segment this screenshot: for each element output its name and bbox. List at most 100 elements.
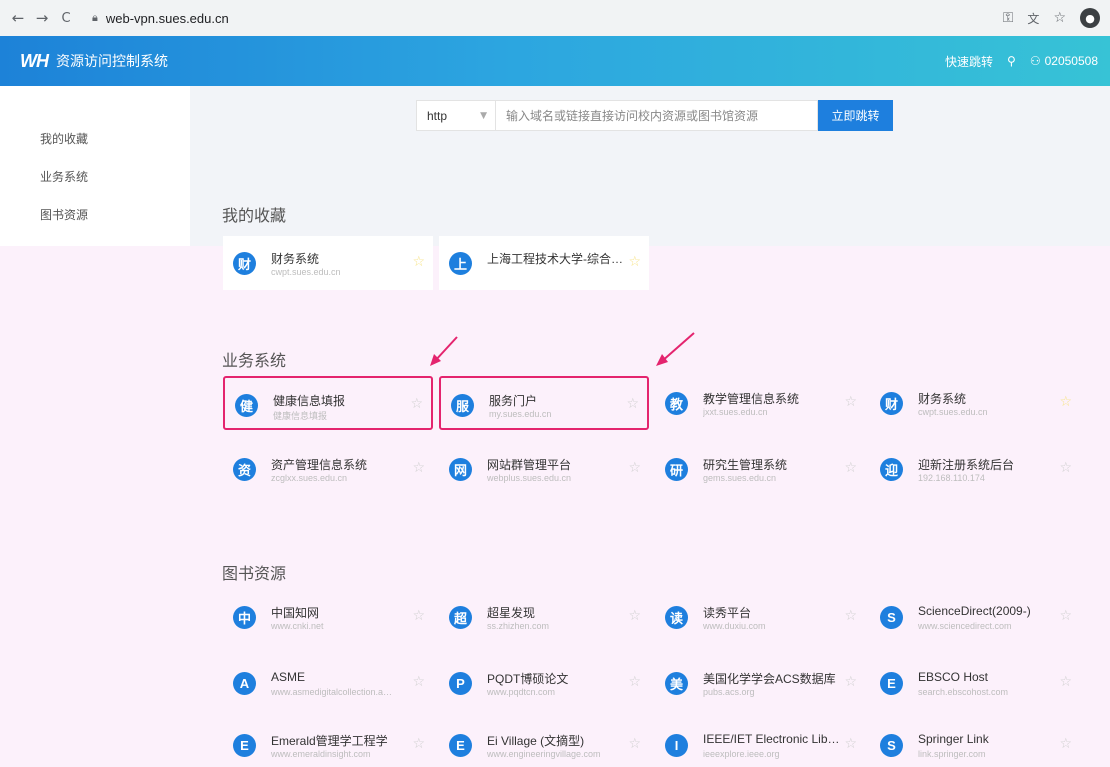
- service-name: 读秀平台: [703, 606, 752, 620]
- service-icon: A: [233, 672, 256, 695]
- service-icon: 中: [233, 606, 256, 629]
- service-card[interactable]: 财 财务系统 cwpt.sues.edu.cn ☆: [223, 236, 433, 290]
- header-actions: 快速跳转 ⚲ ⚇ 02050508: [945, 36, 1098, 86]
- favorite-star-icon[interactable]: ☆: [628, 254, 641, 270]
- favorite-star-icon[interactable]: ☆: [844, 608, 857, 624]
- service-name: 财务系统: [918, 392, 967, 406]
- favorite-star-icon[interactable]: ☆: [1059, 736, 1072, 752]
- url-text: web-vpn.sues.edu.cn: [105, 10, 229, 26]
- service-card[interactable]: I IEEE/IET Electronic Lib… ieeexplore.ieee…: [655, 718, 865, 767]
- service-card[interactable]: 资 资产管理信息系统 zcglxx.sues.edu.cn ☆: [223, 442, 433, 496]
- favorite-star-icon[interactable]: ☆: [410, 396, 423, 412]
- favorite-star-icon[interactable]: ☆: [412, 608, 425, 624]
- user-icon: ⚇: [1029, 54, 1041, 68]
- favorite-star-icon[interactable]: ☆: [412, 736, 425, 752]
- protocol-value: http: [427, 108, 448, 123]
- favorite-star-icon[interactable]: ☆: [412, 254, 425, 270]
- service-url: gems.sues.edu.cn: [703, 473, 777, 483]
- service-card[interactable]: 服 服务门户 my.sues.edu.cn ☆: [439, 376, 649, 430]
- service-card[interactable]: S ScienceDirect(2009-) www.sciencedirect.c…: [870, 590, 1080, 644]
- browser-toolbar: ← → C 🔒︎ web-vpn.sues.edu.cn ⚿ 文 ☆ ●: [0, 0, 1110, 36]
- lock-icon: 🔒︎: [92, 11, 98, 24]
- favorite-star-icon[interactable]: ☆: [1059, 608, 1072, 624]
- service-name: Ei Village (文摘型): [487, 734, 585, 748]
- service-card[interactable]: 美 美国化学学会ACS数据库 pubs.acs.org ☆: [655, 656, 865, 710]
- service-icon: 财: [880, 392, 903, 415]
- search-bar: http ▼ 立即跳转: [416, 100, 893, 131]
- favorite-star-icon[interactable]: ☆: [626, 396, 639, 412]
- service-icon: 财: [233, 252, 256, 275]
- favorite-star-icon[interactable]: ☆: [628, 674, 641, 690]
- forward-arrow-icon[interactable]: →: [30, 9, 54, 27]
- back-arrow-icon[interactable]: ←: [6, 9, 30, 27]
- service-card[interactable]: E Emerald管理学工程学 www.emeraldinsight.com ☆: [223, 718, 433, 767]
- service-card[interactable]: S Springer Link link.springer.com ☆: [870, 718, 1080, 767]
- service-name: IEEE/IET Electronic Lib…: [703, 732, 840, 746]
- favorite-star-icon[interactable]: ☆: [412, 460, 425, 476]
- favorite-star-icon[interactable]: ☆: [1059, 460, 1072, 476]
- service-card[interactable]: 网 网站群管理平台 webplus.sues.edu.cn ☆: [439, 442, 649, 496]
- user-menu[interactable]: ⚇ 02050508: [1030, 54, 1098, 68]
- annotation-arrow: [656, 332, 695, 366]
- address-bar[interactable]: 🔒︎ web-vpn.sues.edu.cn: [86, 4, 626, 32]
- service-card[interactable]: A ASME www.asmedigitalcollection.a… ☆: [223, 656, 433, 710]
- service-card[interactable]: E EBSCO Host search.ebscohost.com ☆: [870, 656, 1080, 710]
- service-icon: I: [665, 734, 688, 757]
- section-title-favorites: 我的收藏: [222, 208, 287, 225]
- service-name: 服务门户: [489, 394, 538, 408]
- favorite-star-icon[interactable]: ☆: [844, 736, 857, 752]
- service-name: 迎新注册系统后台: [918, 458, 1015, 472]
- service-card[interactable]: 上 上海工程技术大学-综合… ☆: [439, 236, 649, 290]
- service-card[interactable]: 财 财务系统 cwpt.sues.edu.cn ☆: [870, 376, 1080, 430]
- service-card[interactable]: 教 教学管理信息系统 jxxt.sues.edu.cn ☆: [655, 376, 865, 430]
- search-input[interactable]: [496, 100, 818, 131]
- service-name: Emerald管理学工程学: [271, 734, 388, 748]
- sidebar-item-library[interactable]: 图书资源: [40, 206, 88, 223]
- favorite-star-icon[interactable]: ☆: [844, 394, 857, 410]
- favorite-star-icon[interactable]: ☆: [628, 608, 641, 624]
- service-url: ieeexplore.ieee.org: [703, 749, 780, 759]
- account-icon[interactable]: ●: [1080, 8, 1100, 28]
- service-url: 192.168.110.174: [918, 473, 985, 483]
- service-url: pubs.acs.org: [703, 687, 755, 697]
- favorite-star-icon[interactable]: ☆: [1059, 394, 1072, 410]
- service-card[interactable]: 健健康信息填报 健康信息填报 ☆: [223, 376, 433, 430]
- star-icon[interactable]: ☆: [1053, 10, 1066, 26]
- service-icon: S: [880, 606, 903, 629]
- service-url: www.pqdtcn.com: [487, 687, 556, 697]
- browser-actions: ⚿ 文 ☆ ●: [1003, 8, 1100, 28]
- service-card[interactable]: E Ei Village (文摘型) www.engineeringvillage.…: [439, 718, 649, 767]
- service-url: webplus.sues.edu.cn: [487, 473, 572, 483]
- favorite-star-icon[interactable]: ☆: [412, 674, 425, 690]
- service-icon: 健: [235, 394, 258, 417]
- service-card[interactable]: 超 超星发现 ss.zhizhen.com ☆: [439, 590, 649, 644]
- key-icon[interactable]: ⚿: [1003, 10, 1014, 26]
- service-url: www.duxiu.com: [703, 621, 766, 631]
- service-card[interactable]: 中 中国知网 www.cnki.net ☆: [223, 590, 433, 644]
- favorite-star-icon[interactable]: ☆: [1059, 674, 1072, 690]
- search-icon[interactable]: ⚲: [1007, 54, 1016, 68]
- service-card[interactable]: P PQDT博硕论文 www.pqdtcn.com ☆: [439, 656, 649, 710]
- translate-icon[interactable]: 文: [1027, 10, 1039, 27]
- service-url: cwpt.sues.edu.cn: [271, 267, 341, 277]
- service-url: www.asmedigitalcollection.a…: [271, 687, 393, 697]
- service-card[interactable]: 迎 迎新注册系统后台 192.168.110.174 ☆: [870, 442, 1080, 496]
- service-icon: 迎: [880, 458, 903, 481]
- quick-jump-link[interactable]: 快速跳转: [945, 53, 993, 70]
- service-card[interactable]: 读 读秀平台 www.duxiu.com ☆: [655, 590, 865, 644]
- logo: WH: [20, 50, 49, 71]
- service-card[interactable]: 研 研究生管理系统 gems.sues.edu.cn ☆: [655, 442, 865, 496]
- service-url: www.emeraldinsight.com: [271, 749, 371, 759]
- sidebar-item-favorites[interactable]: 我的收藏: [40, 130, 88, 147]
- reload-icon[interactable]: C: [54, 11, 78, 26]
- favorite-star-icon[interactable]: ☆: [844, 460, 857, 476]
- sidebar-item-business[interactable]: 业务系统: [40, 168, 88, 185]
- favorite-star-icon[interactable]: ☆: [628, 460, 641, 476]
- service-name: 中国知网: [271, 606, 320, 620]
- favorite-star-icon[interactable]: ☆: [844, 674, 857, 690]
- protocol-select[interactable]: http ▼: [416, 100, 496, 131]
- service-url: search.ebscohost.com: [918, 687, 1009, 697]
- service-name: ASME: [271, 670, 306, 684]
- favorite-star-icon[interactable]: ☆: [628, 736, 641, 752]
- jump-button[interactable]: 立即跳转: [818, 100, 893, 131]
